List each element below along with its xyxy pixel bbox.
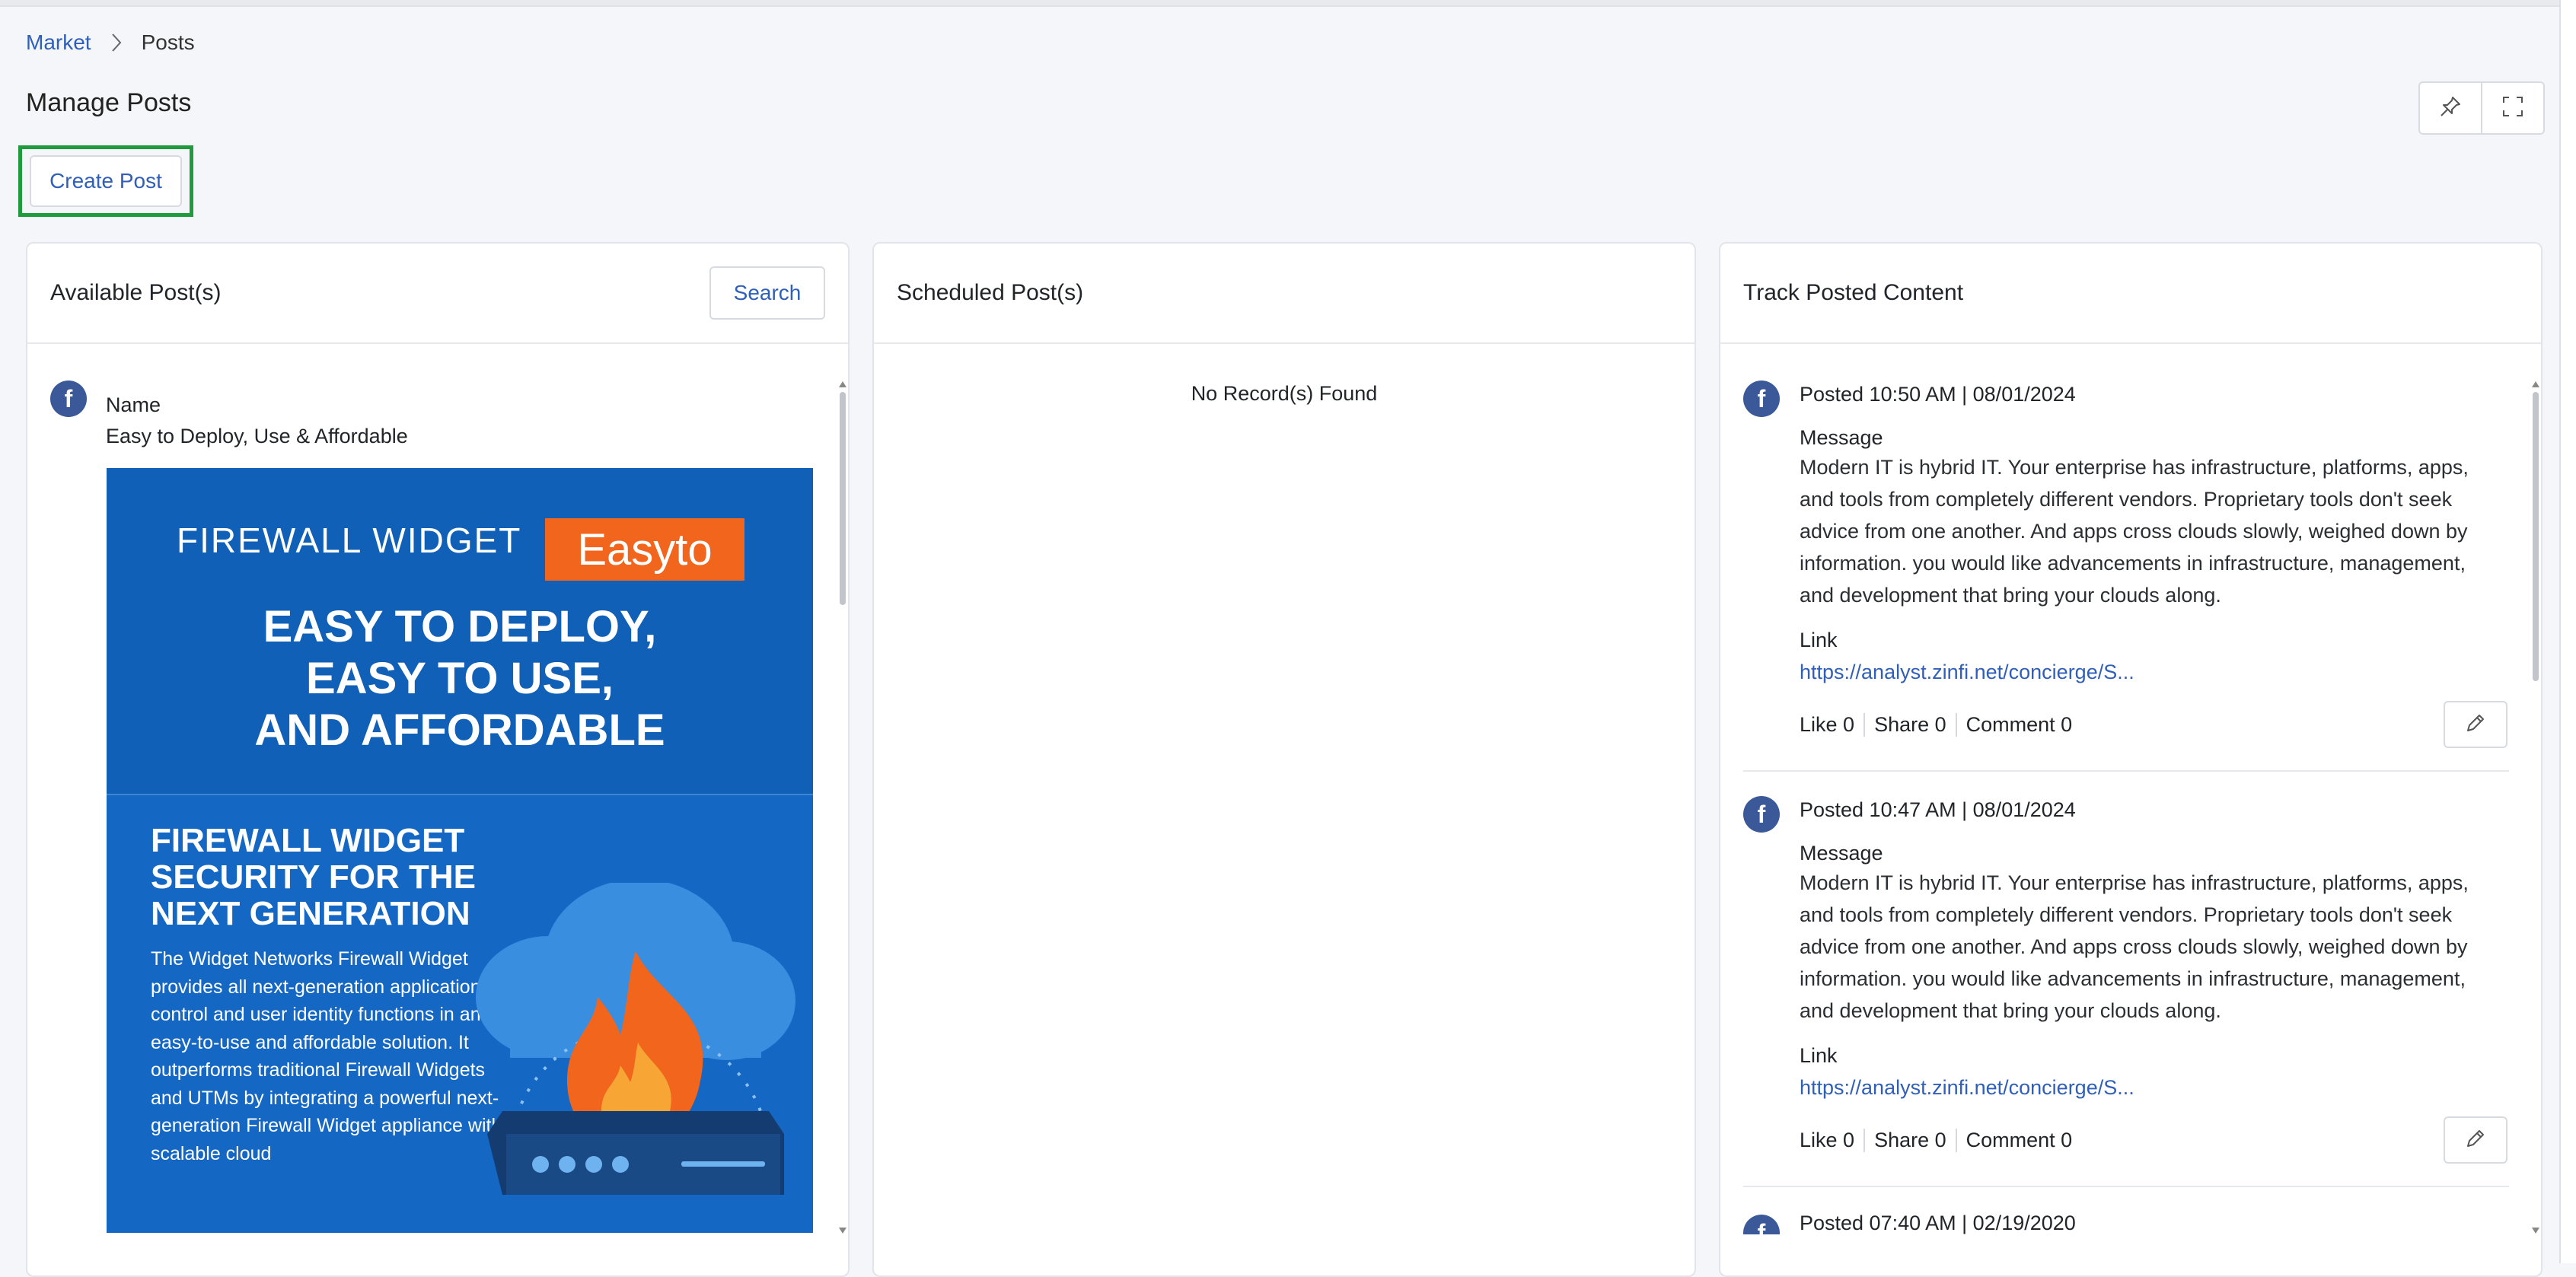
message-text: Modern IT is hybrid IT. Your enterprise … (1800, 456, 2469, 607)
page-title: Manage Posts (26, 88, 192, 117)
create-post-button[interactable]: Create Post (30, 155, 182, 207)
breadcrumb: Market Posts (26, 30, 195, 55)
facebook-icon: f (1743, 1215, 1780, 1234)
post-link[interactable]: https://analyst.zinfi.net/concierge/S... (1800, 1076, 2134, 1100)
facebook-icon: f (1743, 381, 1780, 417)
search-button[interactable]: Search (709, 266, 825, 320)
posted-timestamp: Posted 07:40 AM | 02/19/2020 (1800, 1212, 2076, 1234)
page-tools (2418, 81, 2545, 135)
comment-count: Comment 0 (1955, 713, 2082, 737)
track-item-partial: f Posted 07:40 AM | 02/19/2020 (1743, 1210, 2512, 1234)
breadcrumb-market-link[interactable]: Market (26, 30, 91, 55)
item-divider (1743, 1186, 2509, 1187)
promo-headline-line: EASY TO DEPLOY, (263, 602, 657, 651)
promo-headline: EASY TO DEPLOY, EASY TO USE, AND AFFORDA… (107, 601, 813, 756)
comment-count: Comment 0 (1955, 1129, 2082, 1152)
share-count: Share 0 (1863, 713, 1956, 737)
promo-body-text: The Widget Networks Firewall Widget prov… (151, 948, 502, 1164)
scroll-up-arrow[interactable] (2532, 381, 2539, 387)
available-posts-header: Available Post(s) Search (27, 244, 848, 344)
scroll-down-arrow[interactable] (2532, 1228, 2539, 1234)
breadcrumb-current: Posts (141, 30, 195, 54)
posted-timestamp: Posted 10:47 AM | 08/01/2024 (1800, 798, 2076, 821)
post-link[interactable]: https://analyst.zinfi.net/concierge/S... (1800, 661, 2134, 684)
cloud-fire-router-illustration (476, 883, 795, 1195)
promo-headline-line: EASY TO USE, (306, 654, 614, 703)
scroll-thumb[interactable] (840, 392, 846, 605)
edit-button[interactable] (2444, 701, 2507, 748)
facebook-icon: f (1743, 796, 1780, 833)
promo-divider (107, 794, 813, 795)
promo-subheadline-line: FIREWALL WIDGET (151, 822, 465, 859)
scroll-down-arrow[interactable] (839, 1228, 846, 1234)
chevron-right-icon (111, 33, 122, 53)
track-content-title: Track Posted Content (1743, 280, 1964, 305)
pencil-icon (2464, 1127, 2487, 1154)
post-name-label: Name (106, 393, 161, 416)
promo-badge: Easyto (545, 518, 744, 581)
window-right-edge (2559, 0, 2576, 1263)
message-label: Message (1800, 426, 1883, 449)
promo-headline-line: AND AFFORDABLE (254, 705, 665, 755)
available-posts-title: Available Post(s) (50, 280, 222, 305)
scheduled-posts-panel: Scheduled Post(s) No Record(s) Found (872, 242, 1696, 1277)
like-count: Like 0 (1800, 713, 1855, 736)
available-scrollbar[interactable] (838, 381, 847, 1234)
expand-icon (2501, 95, 2524, 122)
pin-icon (2439, 95, 2462, 122)
like-count: Like 0 (1800, 1129, 1855, 1151)
pin-button[interactable] (2420, 83, 2481, 133)
scroll-up-arrow[interactable] (839, 381, 846, 387)
item-divider (1743, 770, 2509, 772)
pencil-icon (2464, 712, 2487, 738)
posted-timestamp: Posted 10:50 AM | 08/01/2024 (1800, 383, 2076, 406)
message-text: Modern IT is hybrid IT. Your enterprise … (1800, 871, 2469, 1022)
scheduled-posts-title: Scheduled Post(s) (897, 280, 1084, 305)
engagement-stats: Like 0 Share 0 Comment 0 (1800, 713, 2081, 737)
engagement-stats: Like 0 Share 0 Comment 0 (1800, 1129, 2081, 1152)
track-scrollbar[interactable] (2531, 381, 2540, 1234)
empty-state-text: No Record(s) Found (1191, 382, 1378, 405)
link-label: Link (1800, 1044, 1838, 1067)
facebook-icon: f (50, 381, 87, 417)
message-label: Message (1800, 842, 1883, 865)
track-content-header: Track Posted Content (1720, 244, 2541, 344)
scroll-thumb[interactable] (2533, 392, 2539, 681)
edit-button[interactable] (2444, 1116, 2507, 1164)
post-name-value: Easy to Deploy, Use & Affordable (106, 425, 408, 447)
share-count: Share 0 (1863, 1129, 1956, 1152)
top-border (0, 0, 2576, 7)
scheduled-posts-header: Scheduled Post(s) (874, 244, 1694, 344)
promo-brand: FIREWALL WIDGET (177, 521, 522, 560)
link-label: Link (1800, 629, 1838, 651)
fullscreen-button[interactable] (2481, 83, 2543, 133)
post-image: FIREWALL WIDGET Easyto EASY TO DEPLOY, E… (107, 468, 813, 1233)
create-post-highlight: Create Post (18, 145, 193, 217)
